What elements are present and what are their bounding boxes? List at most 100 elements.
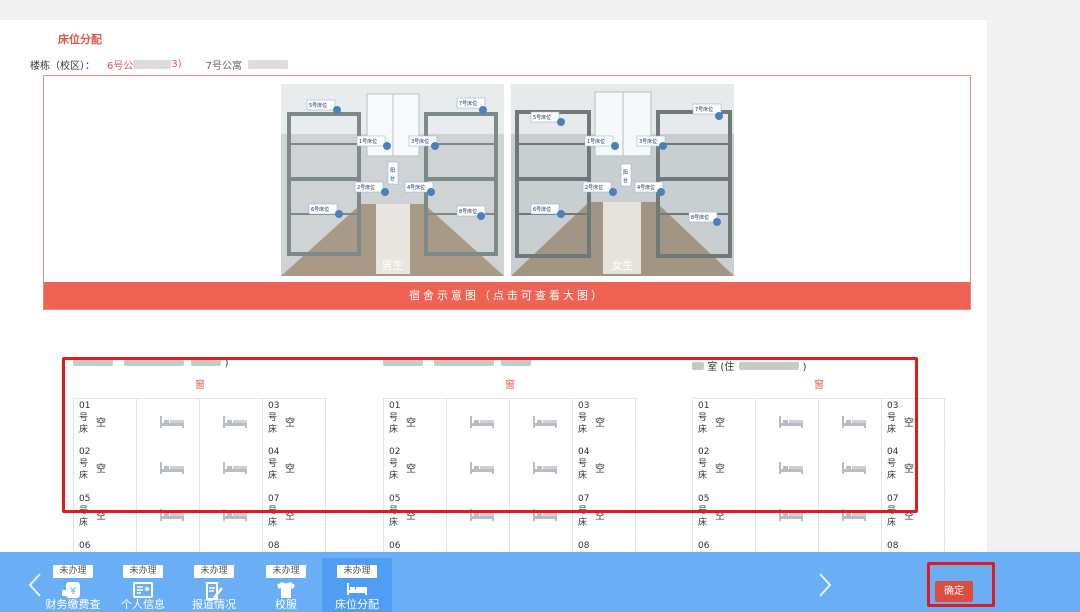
yuan-wallet-icon: ¥ (62, 582, 80, 598)
bed-icon (160, 509, 184, 521)
bed-placeholder (447, 399, 510, 446)
svg-text:8号床位: 8号床位 (691, 214, 709, 221)
confirm-button[interactable]: 确定 (935, 581, 973, 602)
bed-number: 06 (79, 541, 91, 551)
bed-placeholder (447, 445, 510, 492)
svg-text:5号床位: 5号床位 (533, 114, 551, 121)
svg-text:¥: ¥ (70, 586, 76, 597)
room-header-text: 室 (住 (707, 362, 735, 373)
bed-number: 02号床 (698, 447, 710, 481)
bed-slot[interactable]: 04号床空 (573, 445, 636, 492)
bed-icon (160, 462, 184, 474)
redacted-text (501, 358, 532, 366)
building-option-6[interactable]: 6号公 3) (107, 57, 182, 72)
bed-icon (779, 509, 803, 521)
bed-placeholder (200, 445, 263, 492)
bed-number: 07号床 (887, 494, 899, 528)
bed-number: 03号床 (578, 401, 590, 435)
photo-caption: 女生 (611, 259, 634, 272)
bed-slot[interactable]: 03号床空 (573, 399, 636, 446)
bed-number: 01号床 (698, 401, 710, 435)
bed-placeholder (200, 492, 263, 539)
building-option-7[interactable]: 7号公寓 (206, 57, 289, 72)
bed-slot[interactable]: 05号床空 (73, 492, 137, 539)
nav-label: 报道情况 (192, 598, 236, 611)
nav-item-personal-info[interactable]: 未办理 个人信息 (108, 558, 178, 612)
bed-slot[interactable]: 01号床空 (73, 399, 137, 446)
nav-item-bed-allocation[interactable]: 未办理 床位分配 (322, 558, 392, 612)
bed-status: 空 (96, 511, 106, 522)
bed-slot[interactable]: 04号床空 (882, 445, 945, 492)
bed-icon (470, 509, 494, 521)
nav-next-button[interactable] (818, 572, 832, 603)
bed-slot[interactable]: 07号床空 (573, 492, 636, 539)
bed-slot[interactable]: 02号床空 (383, 445, 447, 492)
window-label: 窗 (814, 380, 824, 391)
bed-icon (470, 416, 494, 428)
photo-caption: 男生 (381, 259, 404, 272)
bed-status: 空 (406, 511, 416, 522)
status-badge: 未办理 (266, 565, 306, 578)
bed-number: 04号床 (268, 447, 280, 481)
bed-icon (842, 509, 866, 521)
bed-icon (842, 416, 866, 428)
svg-text:7号床位: 7号床位 (695, 106, 713, 113)
bed-slot[interactable]: 03号床空 (882, 399, 945, 446)
building-name-suffix: 3) (171, 59, 182, 70)
svg-text:台: 台 (390, 175, 395, 182)
bed-placeholder (447, 492, 510, 539)
bed-number: 04号床 (578, 447, 590, 481)
tshirt-icon (277, 582, 295, 598)
svg-text:6号床位: 6号床位 (311, 206, 329, 213)
bed-slot[interactable]: 02号床空 (692, 445, 756, 492)
window-label: 窗 (505, 380, 515, 391)
bed-slot[interactable]: 07号床空 (263, 492, 326, 539)
bed-slot[interactable]: 05号床空 (692, 492, 756, 539)
bed-slot[interactable]: 02号床空 (73, 445, 137, 492)
dorm-schematic[interactable]: 5号床位 7号床位 1号床位 3号床位 阳台 2号床位 4号床位 6号床位 8号床位 男… (43, 75, 971, 310)
status-badge: 未办理 (337, 565, 377, 578)
window-label: 窗 (195, 380, 205, 391)
bed-number: 08 (578, 541, 590, 551)
bed-number: 08 (887, 541, 899, 551)
nav-item-uniform[interactable]: 未办理 校服 (251, 558, 321, 612)
bed-number: 03号床 (887, 401, 899, 435)
nav-label: 校服 (275, 598, 297, 611)
status-badge: 未办理 (123, 565, 163, 578)
bed-placeholder (510, 399, 573, 446)
bed-status: 空 (715, 464, 725, 475)
svg-text:8号床位: 8号床位 (459, 208, 477, 215)
bed-status: 空 (904, 418, 914, 429)
dorm-photo-male[interactable]: 5号床位 7号床位 1号床位 3号床位 阳台 2号床位 4号床位 6号床位 8号床位 男… (281, 84, 504, 276)
nav-item-report-status[interactable]: 未办理 报道情况 (179, 558, 249, 612)
bed-slot[interactable]: 03号床空 (263, 399, 326, 446)
svg-text:3号床位: 3号床位 (639, 138, 657, 145)
redacted-text (383, 358, 423, 366)
chevron-right-icon (819, 573, 832, 597)
svg-text:1号床位: 1号床位 (587, 138, 605, 145)
bed-status: 空 (285, 511, 295, 522)
bed-slot[interactable]: 04号床空 (263, 445, 326, 492)
building-name: 6号公 (107, 61, 134, 72)
bed-slot[interactable]: 07号床空 (882, 492, 945, 539)
bed-number: 03号床 (268, 401, 280, 435)
redacted-text (191, 358, 222, 366)
bed-slot[interactable]: 05号床空 (383, 492, 447, 539)
bed-status: 空 (285, 464, 295, 475)
bed-icon (533, 416, 557, 428)
bed-status: 空 (595, 418, 605, 429)
bed-placeholder (137, 399, 200, 446)
redacted-text (248, 60, 289, 69)
dorm-photo-female[interactable]: 5号床位 7号床位 1号床位 3号床位 阳台 2号床位 4号床位 6号床位 8号床位 女… (511, 84, 734, 276)
svg-text:4号床位: 4号床位 (407, 184, 425, 191)
nav-item-finance[interactable]: 未办理 ¥ 财务缴费查 (38, 558, 108, 612)
bed-number: 04号床 (887, 447, 899, 481)
bed-number: 07号床 (268, 494, 280, 528)
bed-slot[interactable]: 01号床空 (692, 399, 756, 446)
bed-number: 02号床 (389, 447, 401, 481)
bed-slot[interactable]: 01号床空 (383, 399, 447, 446)
bed-number: 08 (268, 541, 280, 551)
bed-placeholder (756, 399, 819, 446)
svg-text:4号床位: 4号床位 (637, 184, 655, 191)
schematic-view-button[interactable]: 宿舍示意图（点击可查看大图） (44, 282, 970, 309)
